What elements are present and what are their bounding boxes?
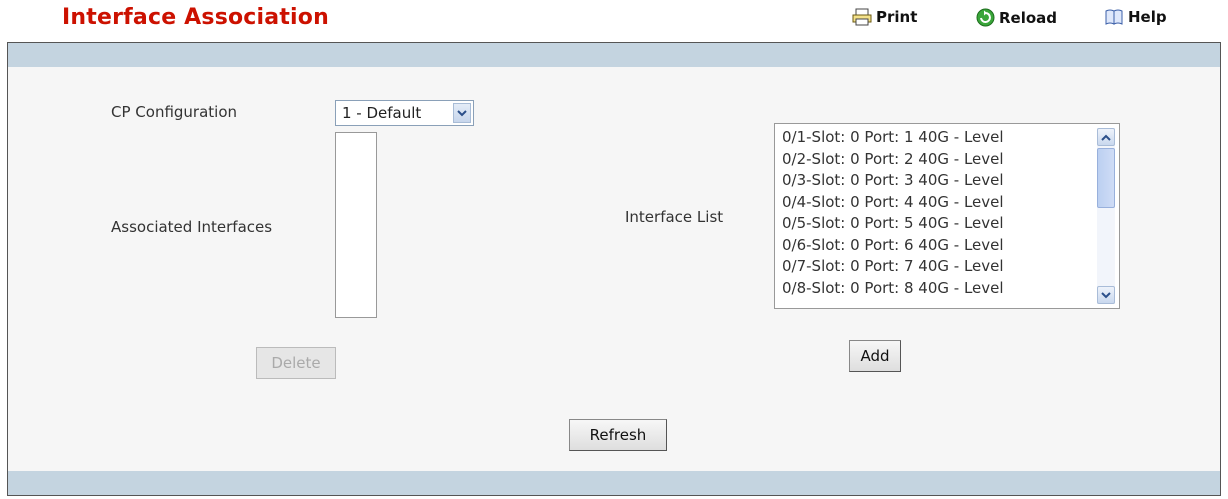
reload-icon	[976, 8, 995, 27]
interface-list-item[interactable]: 0/1-Slot: 0 Port: 1 40G - Level	[782, 127, 1004, 149]
interface-list-item[interactable]: 0/4-Slot: 0 Port: 4 40G - Level	[782, 192, 1004, 214]
interface-list-label: Interface List	[625, 208, 724, 226]
reload-link[interactable]: Reload	[976, 8, 1057, 27]
add-button[interactable]: Add	[849, 340, 901, 372]
scroll-thumb[interactable]	[1097, 148, 1115, 208]
help-label: Help	[1128, 8, 1167, 26]
reload-label: Reload	[999, 8, 1058, 27]
cp-config-value: 1 - Default	[342, 104, 422, 122]
interface-list-item[interactable]: 0/7-Slot: 0 Port: 7 40G - Level	[782, 256, 1004, 278]
interface-list-item[interactable]: 0/8-Slot: 0 Port: 8 40G - Level	[782, 278, 1004, 300]
scroll-up-icon[interactable]	[1097, 128, 1115, 146]
page-title: Interface Association	[62, 5, 329, 30]
associated-interfaces-list[interactable]	[335, 132, 377, 318]
help-link[interactable]: Help	[1104, 8, 1167, 26]
scroll-down-icon[interactable]	[1097, 286, 1115, 304]
interface-list[interactable]: 0/1-Slot: 0 Port: 1 40G - Level 0/2-Slot:…	[774, 123, 1120, 309]
print-label: Print	[876, 8, 918, 26]
top-band	[8, 43, 1220, 67]
cp-config-select[interactable]: 1 - Default	[335, 100, 474, 126]
printer-icon	[852, 8, 872, 26]
cp-config-label: CP Configuration	[111, 103, 238, 121]
interface-list-item[interactable]: 0/6-Slot: 0 Port: 6 40G - Level	[782, 235, 1004, 257]
delete-button[interactable]: Delete	[256, 347, 336, 379]
associated-interfaces-label: Associated Interfaces	[111, 218, 273, 236]
interface-list-item[interactable]: 0/2-Slot: 0 Port: 2 40G - Level	[782, 149, 1004, 171]
bottom-band	[8, 471, 1220, 495]
interface-list-item[interactable]: 0/3-Slot: 0 Port: 3 40G - Level	[782, 170, 1004, 192]
book-icon	[1104, 8, 1124, 26]
print-link[interactable]: Print	[852, 8, 917, 26]
content-panel: CP Configuration 1 - Default Associated …	[7, 42, 1221, 496]
vertical-scrollbar[interactable]	[1097, 128, 1115, 304]
chevron-down-icon[interactable]	[453, 103, 471, 123]
interface-list-item[interactable]: 0/5-Slot: 0 Port: 5 40G - Level	[782, 213, 1004, 235]
refresh-button[interactable]: Refresh	[569, 419, 667, 451]
